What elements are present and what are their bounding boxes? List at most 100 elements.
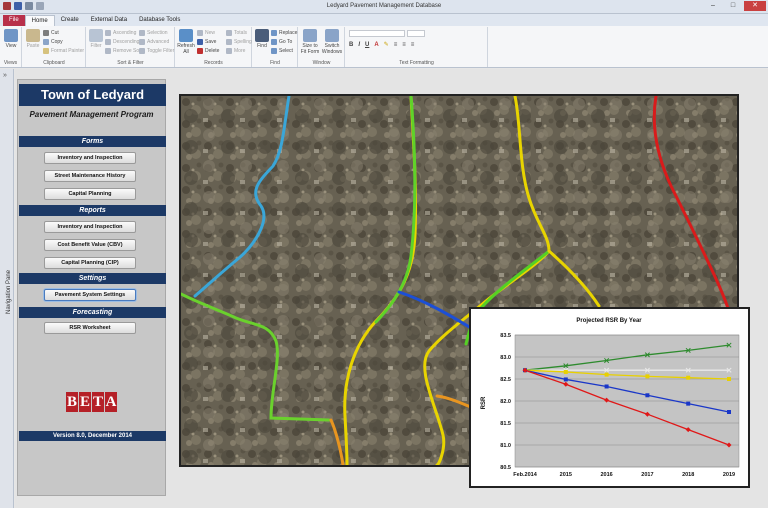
group-sort-filter: Filter Ascending Descending Remove Sort … xyxy=(87,27,175,67)
ascending-button[interactable]: Ascending xyxy=(105,30,136,36)
find-button[interactable]: Find xyxy=(254,29,270,49)
selection-icon xyxy=(139,30,145,36)
group-find: Find Replace Go To Select Find xyxy=(253,27,298,67)
totals-button[interactable]: Totals xyxy=(226,30,247,36)
program-title: Pavement Management Program xyxy=(29,110,154,119)
tab-external-data[interactable]: External Data xyxy=(85,15,133,26)
x-tick-label: Feb.2014 xyxy=(513,472,537,478)
paste-button[interactable]: Paste xyxy=(25,29,41,49)
selection-button[interactable]: Selection xyxy=(139,30,168,36)
cost-benefit-value-button[interactable]: Cost Benefit Value (CBV) xyxy=(44,239,136,251)
street-maintenance-history-button[interactable]: Street Maintenance History xyxy=(44,170,136,182)
beta-logo: B E T A xyxy=(66,392,117,412)
sort-ascending-icon xyxy=(105,30,111,36)
navigation-pane-label: Navigation Pane xyxy=(6,269,12,315)
copy-icon xyxy=(43,39,49,45)
descending-button[interactable]: Descending xyxy=(105,39,139,45)
delete-record-button[interactable]: Delete xyxy=(197,48,219,54)
rsr-worksheet-button[interactable]: RSR Worksheet xyxy=(44,322,136,334)
more-button[interactable]: More xyxy=(226,48,245,54)
italic-icon[interactable]: I xyxy=(358,42,360,48)
scissors-icon xyxy=(43,30,49,36)
data-point xyxy=(645,374,650,379)
switch-windows-button[interactable]: Switch Windows xyxy=(321,29,343,55)
x-tick-label: 2017 xyxy=(641,472,653,478)
format-painter-button[interactable]: Format Painter xyxy=(43,48,84,54)
data-point xyxy=(604,384,609,389)
tab-database-tools[interactable]: Database Tools xyxy=(133,15,186,26)
toggle-filter-button[interactable]: Toggle Filter xyxy=(139,48,174,54)
bold-icon[interactable]: B xyxy=(349,42,353,48)
binoculars-icon xyxy=(255,29,269,42)
data-point xyxy=(604,372,609,377)
replace-button[interactable]: Replace xyxy=(271,30,297,36)
tab-create[interactable]: Create xyxy=(55,15,85,26)
data-point xyxy=(563,369,568,374)
underline-icon[interactable]: U xyxy=(365,42,369,48)
expand-chevron-icon[interactable]: » xyxy=(3,72,7,79)
main-form: Town of Ledyard Pavement Management Prog… xyxy=(15,69,768,508)
align-center-icon[interactable]: ≡ xyxy=(402,42,406,48)
inventory-inspection-report-button[interactable]: Inventory and Inspection xyxy=(44,221,136,233)
data-point xyxy=(563,377,568,382)
capital-planning-form-button[interactable]: Capital Planning xyxy=(44,188,136,200)
data-point xyxy=(686,401,691,406)
align-left-icon[interactable]: ≡ xyxy=(394,42,398,48)
remove-sort-icon xyxy=(105,48,111,54)
advanced-button[interactable]: Advanced xyxy=(139,39,169,45)
inventory-inspection-form-button[interactable]: Inventory and Inspection xyxy=(44,152,136,164)
capital-planning-cip-button[interactable]: Capital Planning (CIP) xyxy=(44,257,136,269)
y-tick-label: 82.0 xyxy=(500,399,511,405)
forecasting-header: Forecasting xyxy=(19,307,166,318)
switch-windows-icon xyxy=(325,29,339,42)
size-to-fit-icon xyxy=(303,29,317,42)
settings-header: Settings xyxy=(19,273,166,284)
go-to-icon xyxy=(271,39,277,45)
select-icon xyxy=(271,48,277,54)
group-label: Find xyxy=(270,60,280,66)
data-point xyxy=(727,377,731,381)
new-record-button[interactable]: New xyxy=(197,30,215,36)
navigation-pane[interactable]: » Navigation Pane xyxy=(0,69,14,508)
select-button[interactable]: Select xyxy=(271,48,293,54)
minimize-button[interactable]: – xyxy=(704,1,722,11)
x-tick-label: 2016 xyxy=(600,472,612,478)
go-to-button[interactable]: Go To xyxy=(271,39,292,45)
advanced-filter-icon xyxy=(139,39,145,45)
font-color-icon[interactable]: A xyxy=(374,42,378,48)
group-views: View Views xyxy=(0,27,22,67)
spelling-icon xyxy=(226,39,232,45)
group-window: Size to Fit Form Switch Windows Window xyxy=(299,27,345,67)
align-right-icon[interactable]: ≡ xyxy=(411,42,415,48)
maximize-button[interactable]: □ xyxy=(724,1,742,11)
save-record-button[interactable]: Save xyxy=(197,39,216,45)
projected-rsr-chart: Projected RSR By Year RSR 80.5 81.0 81.5 82… xyxy=(469,307,750,488)
tab-home[interactable]: Home xyxy=(24,15,55,26)
ribbon: View Views Paste Cut Copy Format Painter… xyxy=(0,26,768,68)
highlight-icon[interactable]: ✎ xyxy=(384,41,389,48)
x-tick-label: 2018 xyxy=(682,472,694,478)
refresh-icon xyxy=(179,29,193,42)
view-button[interactable]: View xyxy=(2,29,20,49)
filter-button[interactable]: Filter xyxy=(88,29,104,49)
font-name-dropdown[interactable] xyxy=(349,30,405,37)
refresh-all-button[interactable]: Refresh All xyxy=(177,29,195,55)
cut-button[interactable]: Cut xyxy=(43,30,59,36)
tab-file[interactable]: File xyxy=(3,15,25,26)
size-to-fit-form-button[interactable]: Size to Fit Form xyxy=(300,29,320,55)
close-button[interactable]: ✕ xyxy=(744,1,766,11)
group-label: Sort & Filter xyxy=(117,60,144,66)
group-text-formatting: B I U A ✎ ≡ ≡ ≡ Text Formatting xyxy=(346,27,488,67)
spelling-button[interactable]: Spelling xyxy=(226,39,252,45)
remove-sort-button[interactable]: Remove Sort xyxy=(105,48,142,54)
group-label: Views xyxy=(3,60,18,66)
data-point xyxy=(645,393,650,398)
y-tick-label: 83.5 xyxy=(500,333,511,339)
copy-button[interactable]: Copy xyxy=(43,39,63,45)
reports-header: Reports xyxy=(19,205,166,216)
font-size-dropdown[interactable] xyxy=(407,30,425,37)
pavement-system-settings-button[interactable]: Pavement System Settings xyxy=(44,289,136,301)
version-label: Version 8.0, December 2014 xyxy=(19,431,166,441)
y-axis-label: RSR xyxy=(481,396,487,409)
group-label: Records xyxy=(204,60,223,66)
